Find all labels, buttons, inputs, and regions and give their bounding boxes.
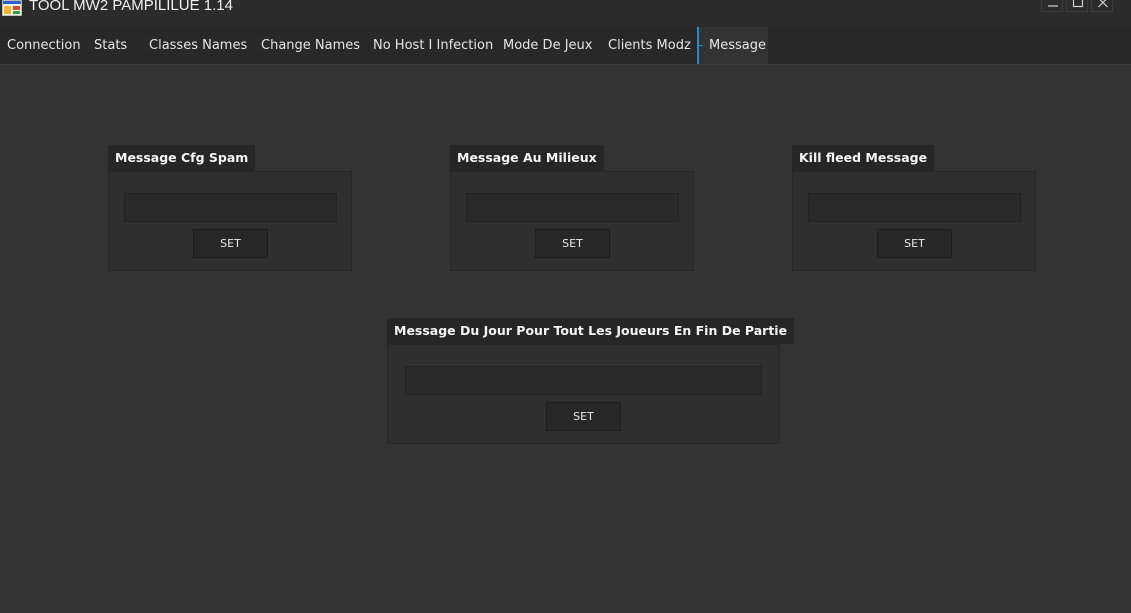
group-body: SET bbox=[792, 171, 1036, 271]
tab-stats[interactable]: Stats bbox=[94, 27, 127, 64]
set-button[interactable]: SET bbox=[535, 229, 610, 258]
group-title: Kill fleed Message bbox=[792, 145, 935, 171]
message-cfg-spam-input[interactable] bbox=[124, 193, 337, 222]
group-title: Message Du Jour Pour Tout Les Joueurs En… bbox=[387, 318, 795, 344]
group-kill-fleed-message: Kill fleed Message SET bbox=[792, 145, 1036, 271]
title-bar[interactable]: TOOL MW2 PAMPILILUE 1.14 bbox=[0, 0, 1131, 28]
group-message-du-jour: Message Du Jour Pour Tout Les Joueurs En… bbox=[387, 318, 795, 444]
tab-classes-names[interactable]: Classes Names bbox=[149, 27, 247, 64]
maximize-icon bbox=[1072, 0, 1084, 8]
app-window-icon bbox=[2, 0, 22, 16]
close-icon bbox=[1098, 0, 1108, 8]
group-body: SET bbox=[108, 171, 352, 271]
set-button[interactable]: SET bbox=[193, 229, 268, 258]
minimize-button[interactable] bbox=[1041, 0, 1063, 12]
group-message-au-milieux: Message Au Milieux SET bbox=[450, 145, 694, 271]
maximize-button[interactable] bbox=[1066, 0, 1088, 12]
tab-strip: Connection Stats Classes Names Change Na… bbox=[0, 27, 1131, 65]
tab-no-host-infection[interactable]: No Host I Infection bbox=[373, 27, 493, 64]
message-du-jour-input[interactable] bbox=[405, 366, 762, 395]
message-au-milieux-input[interactable] bbox=[466, 193, 679, 222]
active-tab-indicator bbox=[698, 45, 703, 46]
kill-fleed-message-input[interactable] bbox=[808, 193, 1021, 222]
close-button[interactable] bbox=[1091, 0, 1113, 12]
group-message-cfg-spam: Message Cfg Spam SET bbox=[108, 145, 352, 271]
tab-clients-modz[interactable]: Clients Modz bbox=[608, 27, 691, 64]
set-button[interactable]: SET bbox=[546, 402, 621, 431]
tab-message-label: Message bbox=[709, 38, 766, 53]
tab-change-names[interactable]: Change Names bbox=[261, 27, 360, 64]
group-title: Message Cfg Spam bbox=[108, 145, 256, 171]
group-body: SET bbox=[450, 171, 694, 271]
tab-mode-de-jeux[interactable]: Mode De Jeux bbox=[503, 27, 592, 64]
tab-connection[interactable]: Connection bbox=[7, 27, 81, 64]
tab-message[interactable]: Message bbox=[697, 27, 768, 64]
set-button[interactable]: SET bbox=[877, 229, 952, 258]
group-body: SET bbox=[387, 344, 780, 444]
window-title: TOOL MW2 PAMPILILUE 1.14 bbox=[29, 0, 233, 14]
group-title: Message Au Milieux bbox=[450, 145, 604, 171]
minimize-icon bbox=[1048, 5, 1058, 7]
app-window: TOOL MW2 PAMPILILUE 1.14 Connection Stat… bbox=[0, 0, 1131, 613]
